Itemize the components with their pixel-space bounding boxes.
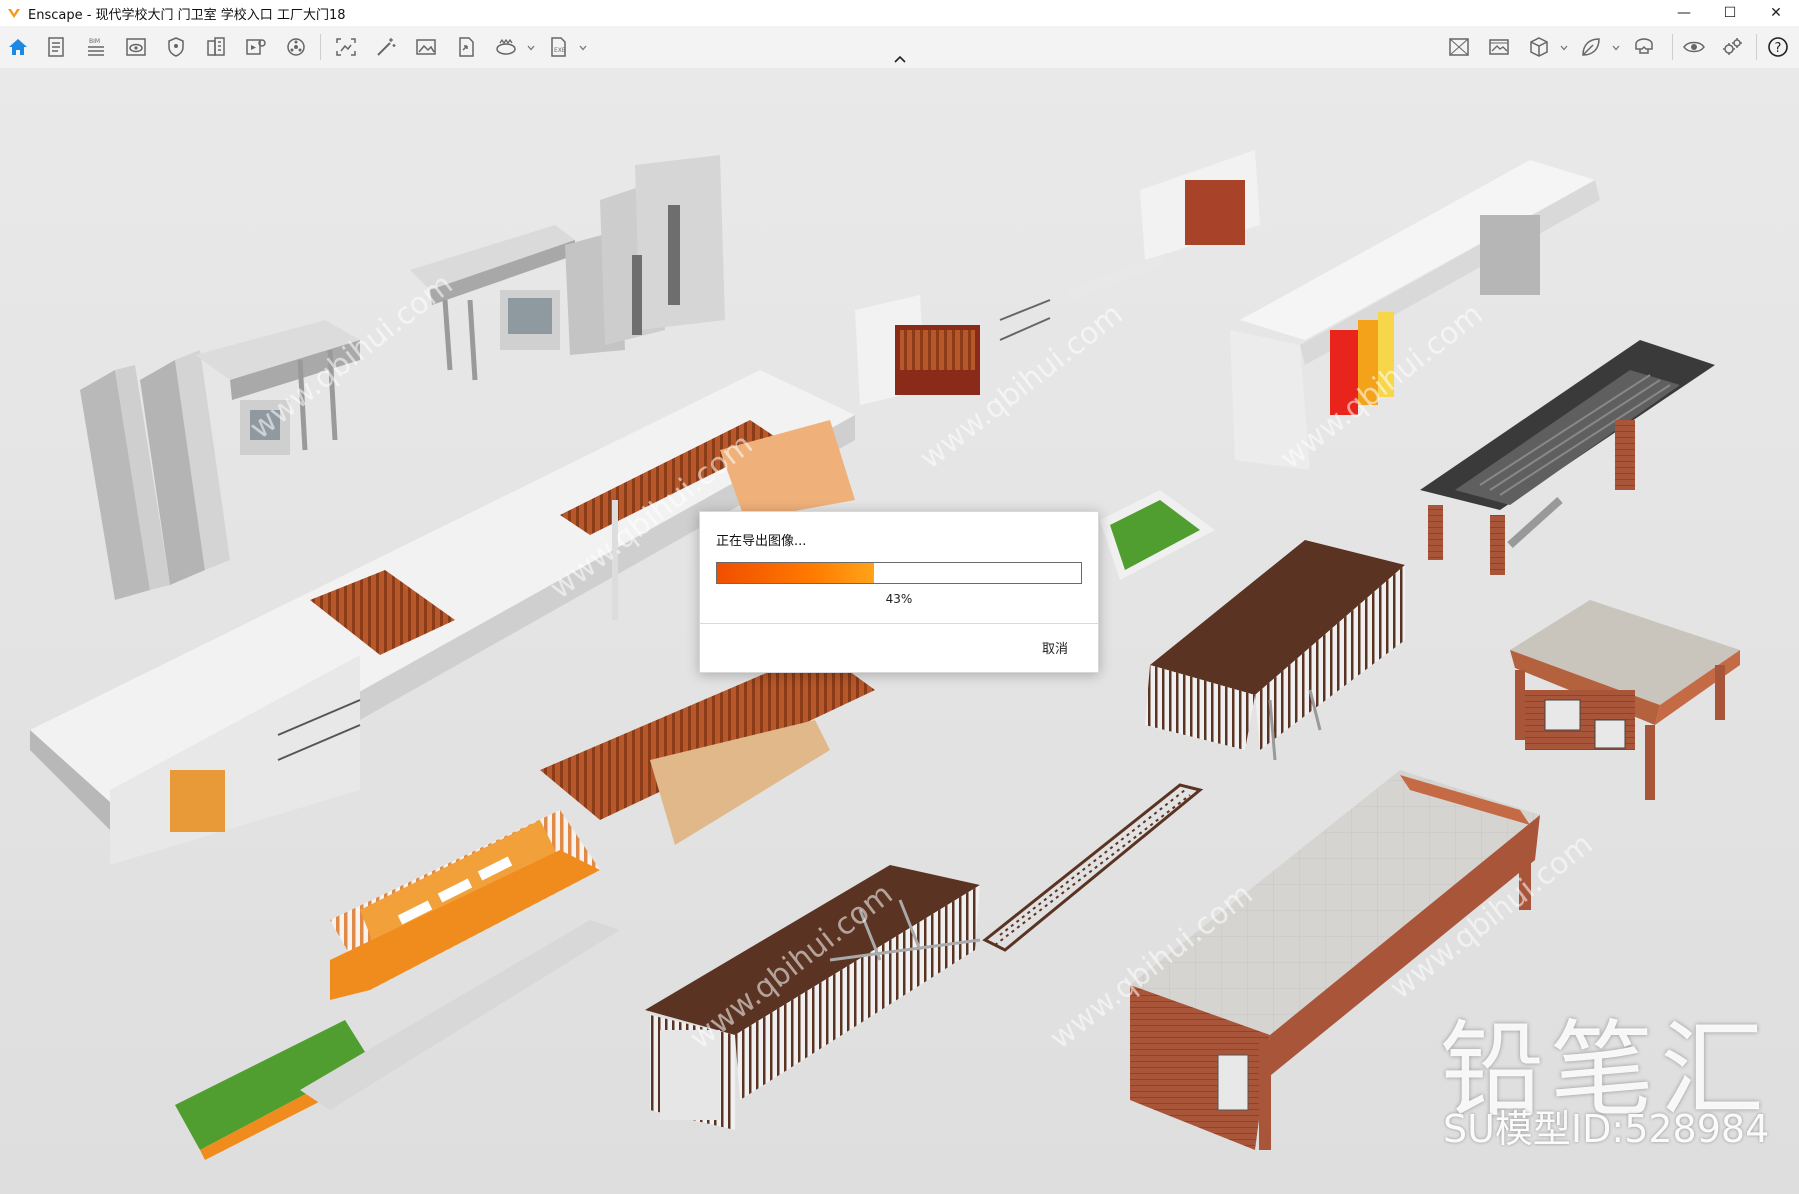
leaf-icon xyxy=(1582,38,1600,56)
image-button[interactable] xyxy=(412,33,440,61)
window-controls: — ☐ ✕ xyxy=(1661,0,1799,26)
gear-icon xyxy=(1723,38,1742,55)
svg-text:BIM: BIM xyxy=(89,38,100,45)
video-button[interactable] xyxy=(242,33,270,61)
bim-icon: BIM xyxy=(88,38,104,56)
collapse-toolbar-icon[interactable] xyxy=(890,52,910,66)
title-bar: Enscape - 现代学校大门 门卫室 学校入口 工厂大门18 — ☐ ✕ xyxy=(0,0,1799,26)
video-icon xyxy=(246,39,266,55)
toolbar-separator xyxy=(320,34,321,60)
building-button[interactable] xyxy=(202,33,230,61)
dialog-divider xyxy=(700,623,1098,624)
export-progress-dialog: 正在导出图像... 43% 取消 xyxy=(699,511,1099,673)
dialog-title: 正在导出图像... xyxy=(716,534,807,549)
export-progress-bar xyxy=(716,562,1082,584)
atom-icon xyxy=(287,38,305,56)
toolbar-separator xyxy=(1672,34,1673,60)
leaf-button[interactable] xyxy=(1577,33,1605,61)
toolbar-separator xyxy=(1756,34,1757,60)
gallery-button[interactable] xyxy=(1485,33,1513,61)
image-icon xyxy=(416,39,436,55)
building-icon xyxy=(207,37,225,56)
bim-button[interactable]: BIM xyxy=(82,33,110,61)
export-icon xyxy=(459,37,474,57)
magic-icon xyxy=(377,38,396,56)
shield-icon xyxy=(168,37,184,57)
window-title: Enscape - 现代学校大门 门卫室 学校入口 工厂大门18 xyxy=(28,7,346,23)
chevron-down-icon[interactable] xyxy=(578,43,588,53)
eye-icon xyxy=(1683,41,1705,53)
vr-headset-button[interactable] xyxy=(1630,33,1658,61)
svg-text:?: ? xyxy=(1775,41,1782,56)
maximize-button[interactable]: ☐ xyxy=(1707,0,1753,26)
file-export-icon: EXE xyxy=(551,37,566,57)
screenshot-button[interactable] xyxy=(332,33,360,61)
vr-headset-icon xyxy=(1635,38,1653,54)
file-export-button[interactable]: EXE xyxy=(544,33,572,61)
view-icon xyxy=(126,38,146,56)
view-button[interactable] xyxy=(122,33,150,61)
progress-percent: 43% xyxy=(885,592,913,606)
export-button[interactable] xyxy=(452,33,480,61)
chevron-down-icon[interactable] xyxy=(1611,43,1621,53)
progress-fill xyxy=(717,563,874,583)
cube-icon xyxy=(1530,37,1548,57)
minimize-button[interactable]: — xyxy=(1661,0,1707,26)
gear-button[interactable] xyxy=(1718,33,1746,61)
help-button[interactable]: ? xyxy=(1764,33,1792,61)
model-id-watermark: SU模型ID:528984 xyxy=(1443,1107,1770,1151)
home-button[interactable] xyxy=(4,33,32,61)
svg-text:EXE: EXE xyxy=(554,47,566,54)
document-icon xyxy=(48,37,64,57)
settings-image-button[interactable] xyxy=(1445,33,1473,61)
chevron-down-icon[interactable] xyxy=(526,43,536,53)
close-button[interactable]: ✕ xyxy=(1753,0,1799,26)
home-icon xyxy=(9,39,27,55)
cube-button[interactable] xyxy=(1525,33,1553,61)
atom-button[interactable] xyxy=(282,33,310,61)
magic-button[interactable] xyxy=(372,33,400,61)
settings-image-icon xyxy=(1449,38,1469,56)
chevron-down-icon[interactable] xyxy=(1559,43,1569,53)
panorama-icon xyxy=(496,38,516,55)
eye-button[interactable] xyxy=(1680,33,1708,61)
document-button[interactable] xyxy=(42,33,70,61)
help-icon: ? xyxy=(1768,37,1788,57)
enscape-logo-icon xyxy=(8,9,20,18)
screenshot-icon xyxy=(336,38,356,56)
cancel-button[interactable]: 取消 xyxy=(1042,638,1068,657)
shield-button[interactable] xyxy=(162,33,190,61)
gallery-icon xyxy=(1489,39,1509,55)
panorama-button[interactable] xyxy=(492,33,520,61)
